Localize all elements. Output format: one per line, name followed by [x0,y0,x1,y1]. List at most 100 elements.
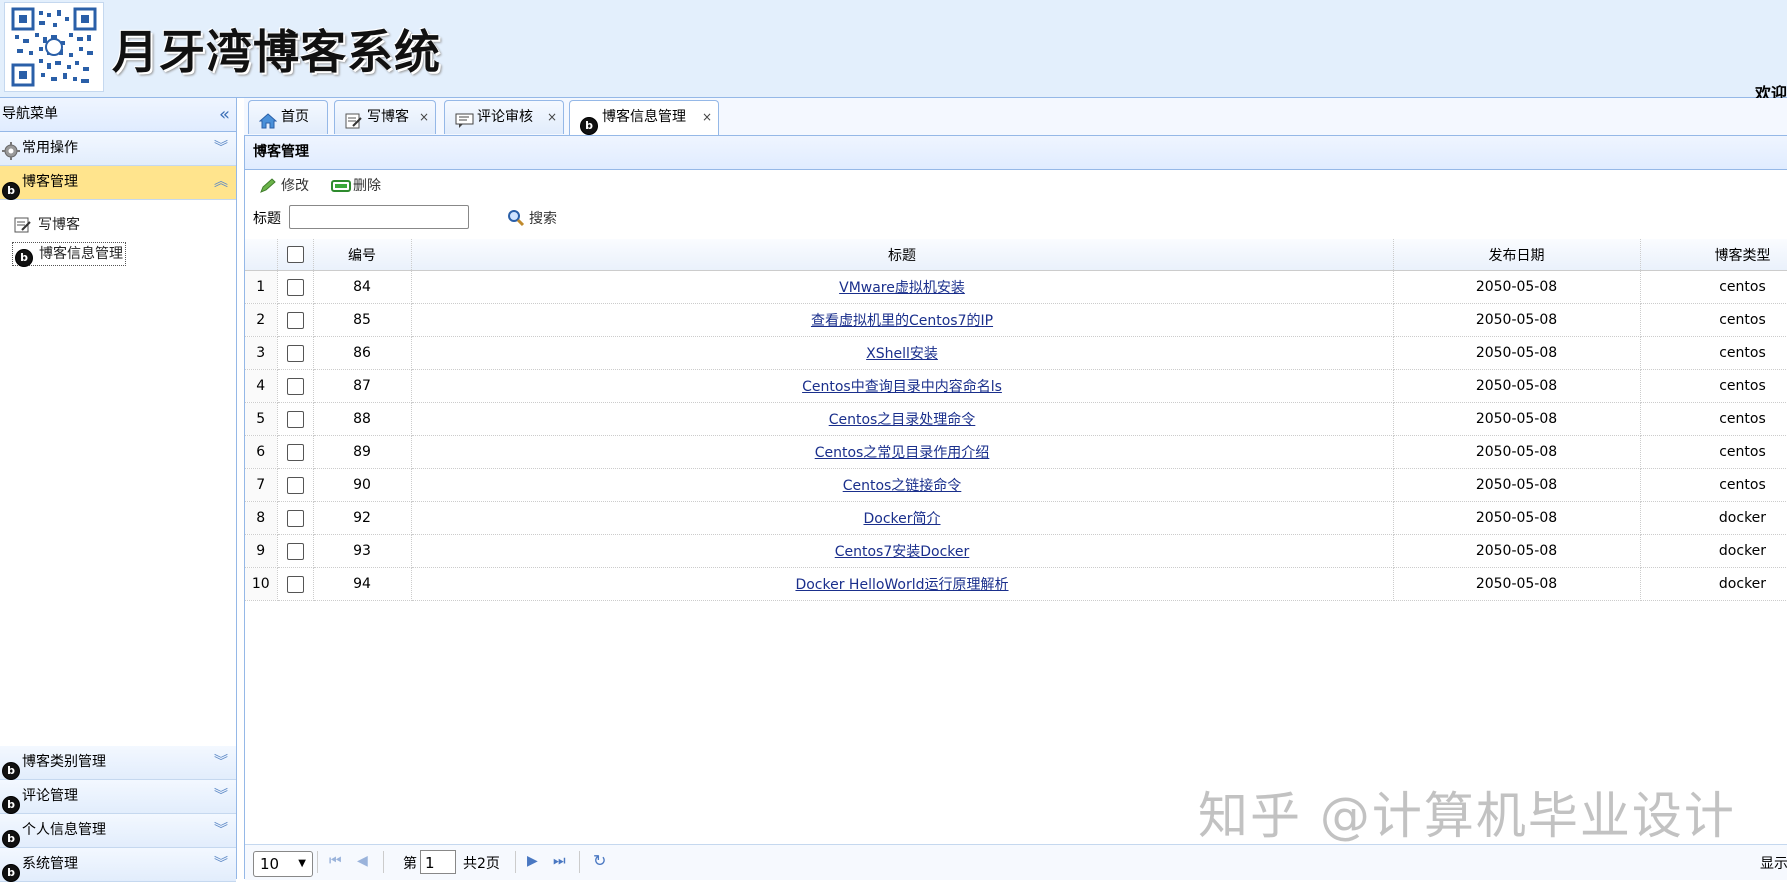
tab-label: 评论审核 [477,109,533,125]
blog-title-link[interactable]: XShell安装 [866,346,938,362]
cell-title: Centos中查询目录中内容命名ls [411,369,1394,403]
row-number: 4 [245,369,278,403]
accordion-label: 系统管理 [22,856,78,872]
column-header-title[interactable]: 标题 [411,239,1394,271]
title-search-label: 标题 [253,211,281,227]
table-row[interactable]: 8 92 Docker简介 2050-05-08 docker [245,501,1787,535]
cell-date: 2050-05-08 [1393,270,1641,304]
table-row[interactable]: 4 87 Centos中查询目录中内容命名ls 2050-05-08 centos [245,369,1787,403]
blog-title-link[interactable]: 查看虚拟机里的Centos7的IP [811,313,993,329]
row-number: 2 [245,303,278,337]
row-checkbox[interactable] [277,435,314,469]
select-all-checkbox[interactable] [277,239,314,271]
table-row[interactable]: 1 84 VMware虚拟机安装 2050-05-08 centos [245,270,1787,304]
blog-title-link[interactable]: Centos之目录处理命令 [829,412,976,428]
cell-type: centos [1640,435,1787,469]
blog-icon: b [2,822,20,848]
tab-comment-review[interactable]: 评论审核 × [444,100,564,134]
accordion-label: 个人信息管理 [22,822,106,838]
refresh-icon[interactable]: ↻ [593,851,606,870]
tab-write-blog[interactable]: 写博客 × [334,100,436,134]
double-chevron-left-icon[interactable]: « [219,98,230,131]
last-page-button[interactable]: ⏭ [553,853,566,869]
row-checkbox[interactable] [277,336,314,370]
sidebar-nav: 导航菜单 « 常用操作 ︾ b 博客管理 ︽ 写博客 b 博客信息管理 b 博客… [0,98,237,882]
chevron-down-icon: ︾ [214,822,228,838]
table-row[interactable]: 5 88 Centos之目录处理命令 2050-05-08 centos [245,402,1787,436]
gear-icon [2,140,20,160]
cell-id: 89 [313,435,412,469]
accordion-comment-management[interactable]: b 评论管理 ︾ [0,780,236,814]
cell-date: 2050-05-08 [1393,303,1641,337]
pager-divider [383,851,384,873]
cell-title: VMware虚拟机安装 [411,270,1394,304]
cell-type: docker [1640,567,1787,601]
accordion-label: 评论管理 [22,788,78,804]
blog-title-link[interactable]: VMware虚拟机安装 [839,280,965,296]
row-number: 5 [245,402,278,436]
blog-title-link[interactable]: Centos中查询目录中内容命名ls [802,379,1002,395]
tab-home[interactable]: 首页 [248,100,328,134]
cell-date: 2050-05-08 [1393,567,1641,601]
cell-date: 2050-05-08 [1393,435,1641,469]
table-row[interactable]: 7 90 Centos之链接命令 2050-05-08 centos [245,468,1787,502]
column-header-date[interactable]: 发布日期 [1393,239,1641,271]
blog-title-link[interactable]: Docker简介 [863,511,940,527]
cell-id: 93 [313,534,412,568]
blog-title-link[interactable]: Centos之常见目录作用介绍 [815,445,990,461]
tab-blog-info-management[interactable]: b 博客信息管理 × [569,100,719,135]
row-checkbox[interactable] [277,303,314,337]
close-icon[interactable]: × [419,101,429,134]
edit-icon [14,217,32,240]
first-page-button[interactable]: ⏮ [329,853,342,869]
cell-id: 85 [313,303,412,337]
column-header-type[interactable]: 博客类型 [1640,239,1787,271]
accordion-personal-info-management[interactable]: b 个人信息管理 ︾ [0,814,236,848]
tab-bar: 首页 写博客 × 评论审核 × b 博客信息管理 × [244,98,1787,136]
row-checkbox[interactable] [277,501,314,535]
blog-title-link[interactable]: Centos7安装Docker [835,544,970,560]
accordion-blog-management[interactable]: b 博客管理 ︽ [0,166,236,200]
blog-title-link[interactable]: Centos之链接命令 [843,478,962,494]
cell-date: 2050-05-08 [1393,468,1641,502]
blog-title-link[interactable]: Docker HelloWorld运行原理解析 [795,577,1008,593]
cell-title: Docker HelloWorld运行原理解析 [411,567,1394,601]
prev-page-button[interactable]: ◀ [357,853,368,869]
row-checkbox[interactable] [277,567,314,601]
accordion-label: 博客类别管理 [22,754,106,770]
sidebar-item-label: 写博客 [38,217,80,233]
column-header-id[interactable]: 编号 [313,239,412,271]
app-header: 月牙湾博客系统 欢迎 [0,0,1787,103]
cell-type: docker [1640,534,1787,568]
close-icon[interactable]: × [547,101,557,134]
title-search-input[interactable] [289,205,469,229]
current-page-input[interactable]: 1 [420,850,456,874]
table-row[interactable]: 9 93 Centos7安装Docker 2050-05-08 docker [245,534,1787,568]
row-checkbox[interactable] [277,270,314,304]
row-checkbox[interactable] [277,468,314,502]
display-info: 显示 [1760,856,1787,872]
cell-type: centos [1640,468,1787,502]
row-number-header [245,239,278,271]
cell-date: 2050-05-08 [1393,402,1641,436]
row-checkbox[interactable] [277,402,314,436]
cell-type: centos [1640,336,1787,370]
sidebar-item-write-blog[interactable]: 写博客 [12,214,82,236]
row-checkbox[interactable] [277,369,314,403]
sidebar-collapsed-sections: b 博客类别管理 ︾ b 评论管理 ︾ b 个人信息管理 ︾ b 系统管理 ︾ [0,746,236,882]
accordion-blog-category-management[interactable]: b 博客类别管理 ︾ [0,746,236,780]
page-size-select[interactable]: 10 ▼ [253,851,313,877]
chevron-down-icon: ▼ [298,858,306,869]
accordion-common-ops[interactable]: 常用操作 ︾ [0,132,236,166]
close-icon[interactable]: × [702,101,712,134]
sidebar-item-blog-info-management[interactable]: b 博客信息管理 [12,242,126,267]
next-page-button[interactable]: ▶ [527,853,538,869]
table-row[interactable]: 10 94 Docker HelloWorld运行原理解析 2050-05-08 doc… [245,567,1787,601]
row-checkbox[interactable] [277,534,314,568]
accordion-system-management[interactable]: b 系统管理 ︾ [0,848,236,882]
table-row[interactable]: 6 89 Centos之常见目录作用介绍 2050-05-08 centos [245,435,1787,469]
table-row[interactable]: 2 85 查看虚拟机里的Centos7的IP 2050-05-08 centos [245,303,1787,337]
cell-type: centos [1640,402,1787,436]
cell-type: docker [1640,501,1787,535]
table-row[interactable]: 3 86 XShell安装 2050-05-08 centos [245,336,1787,370]
